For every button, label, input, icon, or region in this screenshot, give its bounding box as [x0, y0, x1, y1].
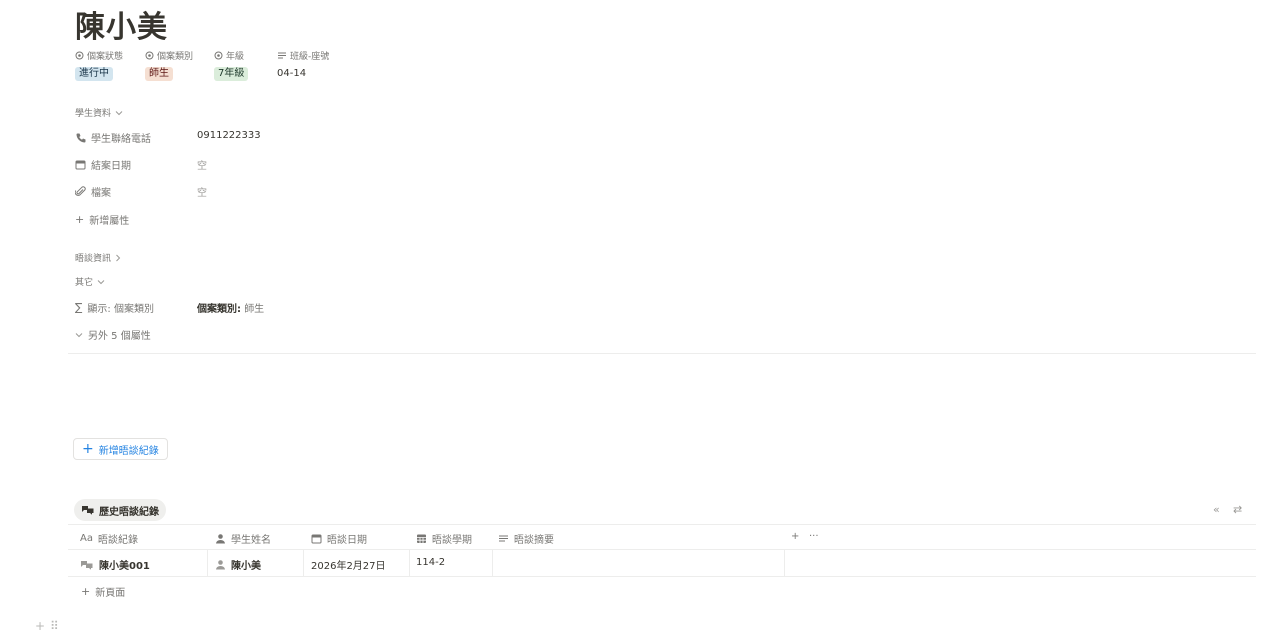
column-header-term[interactable]: 晤談學期 — [416, 531, 472, 546]
chevron-down-icon — [97, 279, 105, 285]
person-icon — [215, 559, 226, 570]
add-column-button[interactable]: + — [791, 531, 799, 542]
close-date-value[interactable]: 空 — [197, 157, 207, 172]
status-tag[interactable]: 進行中 — [75, 67, 113, 81]
section-talk-info[interactable]: 晤談資訊 — [75, 251, 121, 264]
add-property-button[interactable]: + 新增屬性 — [75, 212, 129, 227]
table-row-line — [68, 576, 1256, 577]
property-file-label[interactable]: 檔案 — [75, 184, 111, 199]
category-tag[interactable]: 師生 — [145, 67, 173, 81]
column-header-student[interactable]: 學生姓名 — [215, 531, 271, 546]
view-settings-icon[interactable]: ⇄ — [1233, 503, 1242, 516]
drag-handle-icon[interactable]: ⠿ — [50, 619, 59, 633]
chevron-down-icon — [75, 332, 83, 338]
table-row-record-cell[interactable]: 陳小美001 — [80, 557, 150, 572]
text-lines-icon — [498, 534, 509, 543]
title-aa-icon: Aa — [80, 533, 93, 544]
chat-bubbles-icon — [81, 505, 95, 515]
column-separator — [492, 550, 493, 576]
more-properties-toggle[interactable]: 另外 5 個屬性 — [75, 327, 151, 342]
collapse-icon[interactable]: « — [1213, 503, 1220, 516]
radio-circle-icon — [214, 51, 223, 60]
section-other[interactable]: 其它 — [75, 275, 105, 288]
property-phone-label[interactable]: 學生聯絡電話 — [75, 130, 151, 145]
view-tab-history[interactable]: 歷史晤談紀錄 — [74, 499, 166, 521]
property-header-grade[interactable]: 年級 — [214, 49, 244, 62]
section-student-info[interactable]: 學生資料 — [75, 106, 123, 119]
new-talk-record-button[interactable]: + 新增晤談紀錄 — [73, 438, 168, 460]
column-separator — [409, 550, 410, 576]
column-header-date[interactable]: 晤談日期 — [311, 531, 367, 546]
column-separator — [207, 550, 208, 576]
property-close-date-label[interactable]: 結案日期 — [75, 157, 131, 172]
formula-value[interactable]: 個案類別: 師生 — [197, 300, 264, 315]
property-header-category[interactable]: 個案類別 — [145, 49, 193, 62]
radio-circle-icon — [75, 51, 84, 60]
chevron-right-icon — [115, 254, 121, 262]
table-row-term-cell[interactable]: 114-2 — [416, 557, 445, 568]
plus-icon: + — [81, 585, 91, 598]
text-lines-icon — [277, 51, 287, 60]
table-row-student-cell[interactable]: 陳小美 — [215, 557, 261, 572]
column-header-record[interactable]: Aa 晤談紀錄 — [80, 531, 138, 546]
new-page-button[interactable]: + 新頁面 — [81, 584, 125, 599]
table-top-line — [68, 524, 1256, 525]
file-value[interactable]: 空 — [197, 184, 207, 199]
term-grid-icon — [416, 533, 427, 544]
column-header-summary[interactable]: 晤談摘要 — [498, 531, 554, 546]
property-formula-label[interactable]: ∑ 顯示: 個案類別 — [75, 300, 154, 315]
property-header-status[interactable]: 個案狀態 — [75, 49, 123, 62]
property-header-class-seat[interactable]: 班級-座號 — [277, 49, 329, 62]
plus-icon: + — [75, 213, 85, 226]
table-row-date-cell[interactable]: 2026年2月27日 — [311, 557, 386, 572]
grade-tag[interactable]: 7年級 — [214, 67, 249, 81]
page-title[interactable]: 陳小美 — [75, 2, 168, 46]
sigma-icon: ∑ — [75, 301, 83, 314]
plus-icon: + — [82, 441, 94, 457]
properties-divider — [68, 353, 1256, 354]
add-block-icon[interactable]: + — [35, 619, 45, 633]
chevron-down-icon — [115, 110, 123, 116]
table-header-line — [68, 549, 1256, 550]
calendar-icon — [75, 159, 86, 170]
column-separator — [303, 550, 304, 576]
chat-bubbles-icon — [80, 560, 94, 570]
phone-icon — [75, 132, 86, 143]
person-icon — [215, 533, 226, 544]
more-columns-icon[interactable]: ··· — [809, 531, 819, 542]
paperclip-icon — [75, 186, 86, 197]
class-seat-value[interactable]: 04-14 — [277, 68, 306, 79]
column-separator — [784, 550, 785, 576]
phone-value[interactable]: 0911222333 — [197, 130, 261, 141]
calendar-icon — [311, 533, 322, 544]
radio-circle-icon — [145, 51, 154, 60]
